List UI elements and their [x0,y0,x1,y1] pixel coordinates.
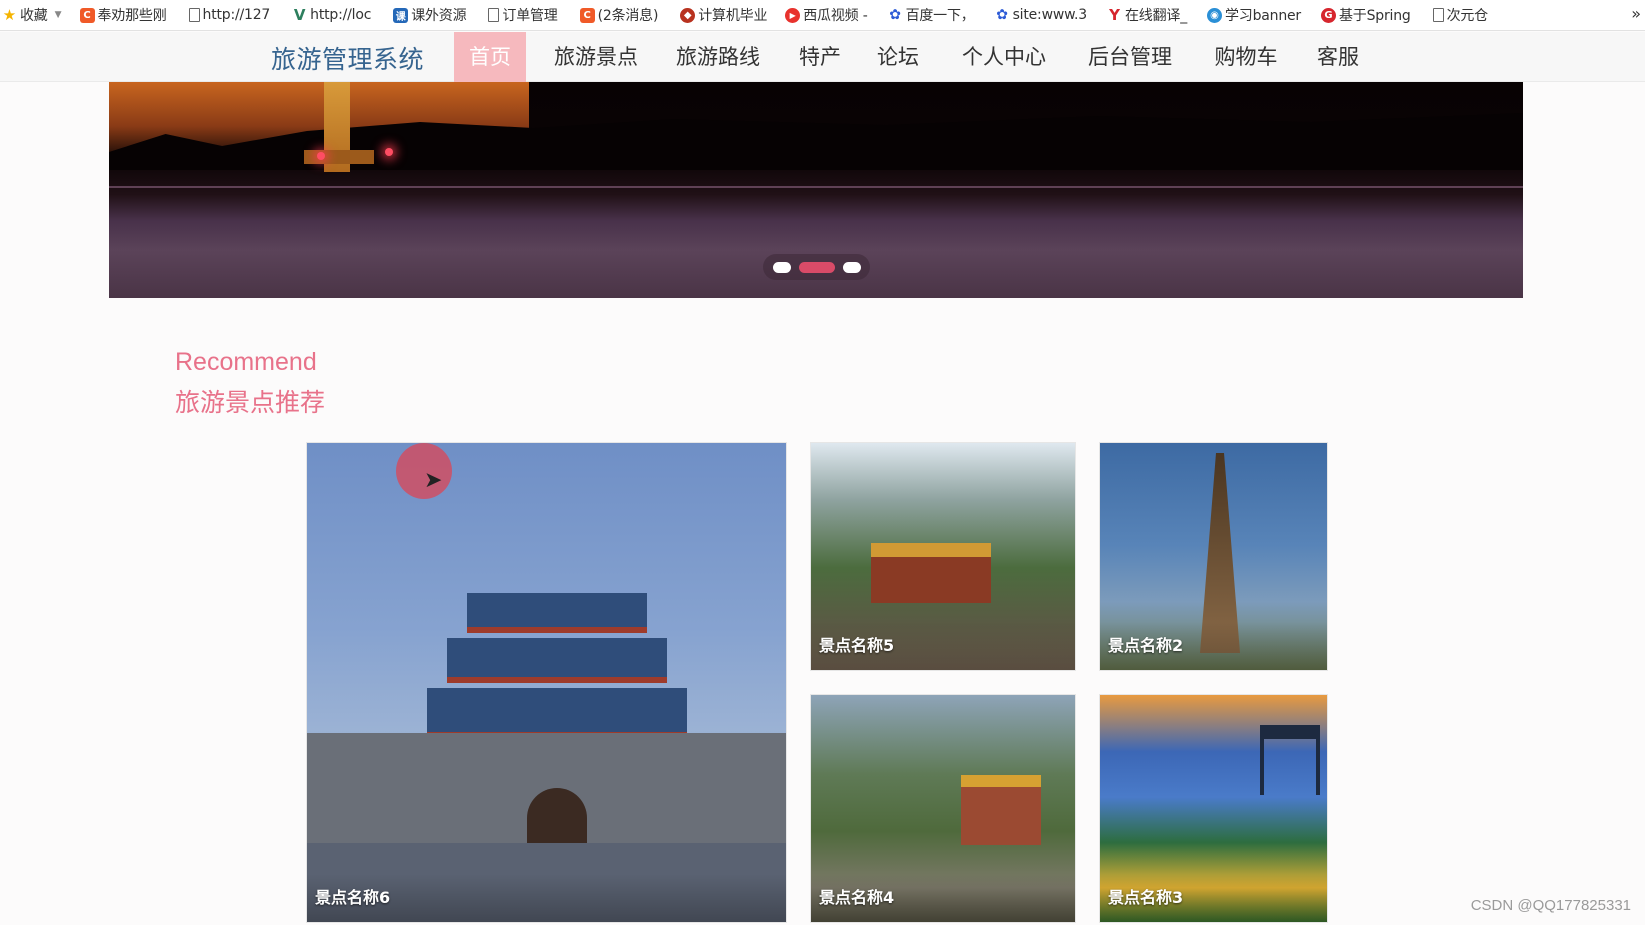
recommend-title-cn: 旅游景点推荐 [175,388,326,417]
top-navbar: 旅游管理系统 首页 旅游景点 旅游路线 特产 论坛 个人中心 后台管理 购物车 … [0,32,1645,82]
baidu-paw-icon: ✿ [996,7,1008,23]
page-icon [488,8,500,22]
scenic-card-3[interactable]: 景点名称3 [1099,694,1328,923]
bookmark-4[interactable]: 课 课外资源 [391,4,468,26]
play-icon: ▶ [785,7,801,23]
recommend-title-en: Recommend [175,348,317,376]
bookmark-6[interactable]: C (2条消息) [578,4,661,26]
watermark: CSDN @QQ177825331 [1470,897,1631,914]
resource-icon: 课 [393,7,409,23]
nav-routes[interactable]: 旅游路线 [666,32,770,82]
carousel-indicators [763,254,870,280]
bookmark-9[interactable]: ✿ 百度一下， [886,4,977,26]
globe-icon: ◉ [1207,7,1222,23]
bookmark-5[interactable]: 订单管理 [486,4,559,26]
nav-forum[interactable]: 论坛 [868,32,928,82]
bookmark-8[interactable]: ▶ 西瓜视频 - [783,4,869,26]
carousel-dot-2[interactable] [798,261,835,273]
more-bookmarks-icon[interactable]: » [1631,4,1641,23]
bookmark-favorites[interactable]: ★ 收藏 ▼ [0,4,64,26]
temple [871,543,991,603]
card-title[interactable]: 景点名称5 [819,632,894,656]
bookmark-11[interactable]: Y 在线翻译_ [1105,4,1189,26]
bookmark-2[interactable]: http://127 [187,4,273,26]
scenic-card-5[interactable]: 景点名称5 [810,442,1076,671]
scenic-card-6[interactable]: 景点名称6 [306,442,787,923]
bookmark-10[interactable]: ✿ site:www.3 [993,4,1089,26]
nav-admin[interactable]: 后台管理 [1078,32,1182,82]
pin-icon: ◆ [680,7,696,23]
carousel-dot-3[interactable] [842,261,861,273]
nav-home[interactable]: 首页 [454,32,526,82]
star-icon: ★ [2,6,17,24]
bookmark-12[interactable]: ◉ 学习banner [1205,4,1303,26]
nav-specialties[interactable]: 特产 [790,32,850,82]
bookmark-14[interactable]: 次元仓 [1431,4,1490,26]
bookmark-13[interactable]: G 基于Spring [1319,4,1413,26]
bookmark-3[interactable]: V http://loc [290,4,373,26]
pavilion [1260,725,1320,795]
baidu-paw-icon: ✿ [889,7,901,23]
card-title[interactable]: 景点名称3 [1108,884,1183,908]
site-brand[interactable]: 旅游管理系统 [271,40,424,76]
card-title[interactable]: 景点名称2 [1108,632,1183,656]
cliff-temple [961,775,1041,845]
nav-user-center[interactable]: 个人中心 [952,32,1056,82]
scenic-card-4[interactable]: 景点名称4 [810,694,1076,923]
translate-icon: Y [1109,6,1120,24]
card-title[interactable]: 景点名称4 [819,884,894,908]
chevron-down-icon: ▼ [54,10,62,20]
tower-tier [447,638,667,683]
bookmark-1[interactable]: C 奉劝那些刚 [78,4,169,26]
bookmarks-bar: ★ 收藏 ▼ C 奉劝那些刚 http://127 V http://loc 课… [0,0,1645,31]
nav-customer-service[interactable]: 客服 [1308,32,1368,82]
tower-tier [467,593,647,633]
spring-icon: G [1320,7,1336,23]
scenic-card-2[interactable]: 景点名称2 [1099,442,1328,671]
carousel-dot-1[interactable] [772,261,791,273]
tower-tier [427,688,687,738]
banner-light [385,148,393,156]
bookmark-7[interactable]: ◆ 计算机毕业 [678,4,769,26]
banner-water [109,186,1523,188]
page-icon [1432,8,1444,22]
page-icon [188,8,200,22]
mouse-pointer-icon: ➤ [424,468,443,493]
vue-icon: V [293,6,306,24]
banner-tower-base [304,150,374,164]
csdn-icon: C [579,7,595,23]
nav-cart[interactable]: 购物车 [1206,32,1286,82]
nav-scenic-spots[interactable]: 旅游景点 [544,32,648,82]
carousel-banner[interactable] [109,82,1523,298]
banner-light [317,152,325,160]
card-title[interactable]: 景点名称6 [315,884,390,908]
csdn-icon: C [79,7,95,23]
